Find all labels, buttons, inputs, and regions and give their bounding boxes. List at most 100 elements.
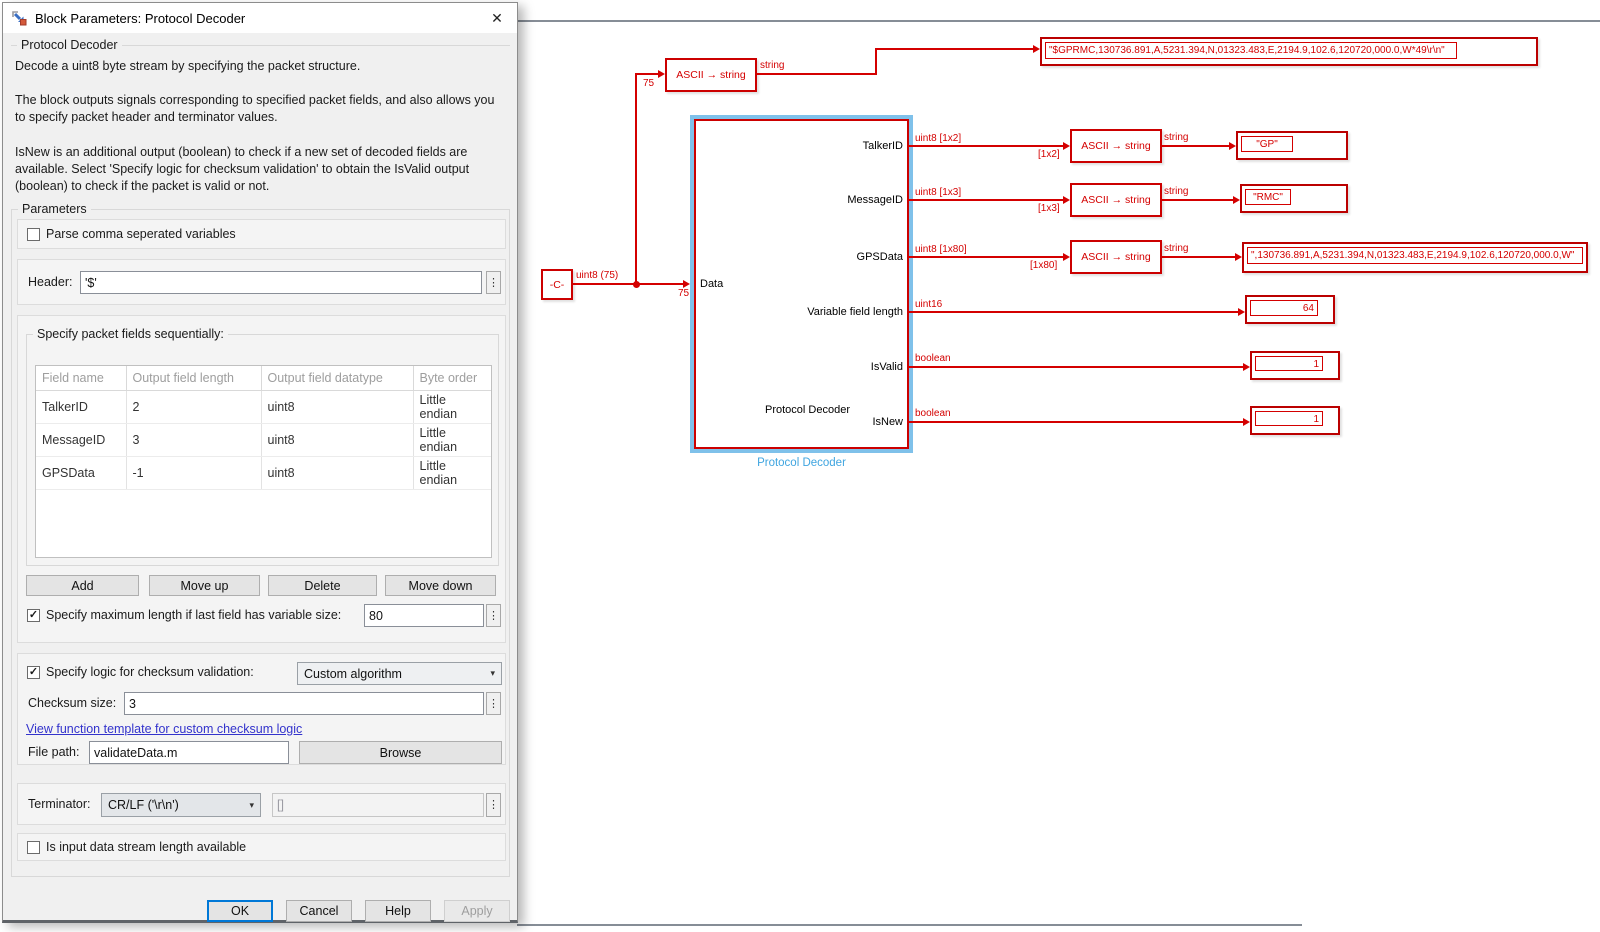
editor-top-edge [517,20,1600,22]
protocol-decoder-group: Protocol Decoder Decode a uint8 byte str… [11,45,510,201]
delete-button[interactable]: Delete [268,575,377,596]
cancel-button[interactable]: Cancel [286,900,352,922]
constant-block[interactable]: -C- [541,269,573,300]
terminator-expand-button[interactable]: ⋮ [486,793,501,817]
packet-fields-panel: Specify packet fields sequentially: Fiel… [17,315,506,643]
display-isvalid-value: 1 [1255,356,1323,371]
max-length-expand-button[interactable]: ⋮ [486,604,501,627]
ok-button[interactable]: OK [207,900,273,922]
checksum-size-expand-button[interactable]: ⋮ [486,692,501,715]
checksum-label: Specify logic for checksum validation: [46,665,254,680]
wire-branch-to-ascii1[interactable] [635,73,658,75]
arrowhead-display-varlen [1238,308,1245,316]
display-gpsdata[interactable]: ",130736.891,A,5231.394,N,01323.483,E,21… [1242,242,1588,273]
wire-ascii3-out[interactable] [1162,199,1233,201]
ascii-to-string-block-2[interactable]: ASCII → string [1070,129,1162,163]
checksum-algo-dropdown[interactable]: Custom algorithm ▾ [297,662,502,685]
wire-varlen[interactable] [909,311,1238,313]
chevron-down-icon: ▾ [249,800,254,811]
col-field-name: Field name [36,366,126,390]
move-up-button[interactable]: Move up [149,575,260,596]
wire-branch-vertical[interactable] [635,73,637,283]
signal-label-uint16: uint16 [915,299,942,310]
table-row[interactable]: GPSData -1 uint8 Little endian [36,456,491,489]
wire-ascii4-out[interactable] [1162,256,1235,258]
signal-label-dim-1x2: [1x2] [1038,149,1060,160]
packet-fields-groupbox: Specify packet fields sequentially: Fiel… [26,334,499,566]
dialog-titlebar[interactable]: Block Parameters: Protocol Decoder ✕ [3,3,517,33]
signal-label-uint8-1x2: uint8 [1x2] [915,133,961,144]
table-row[interactable]: TalkerID 2 uint8 Little endian [36,390,491,423]
wire-ascii1-to-display[interactable] [875,48,1033,50]
decoder-inner-title: Protocol Decoder [745,403,870,417]
arrowhead-display-rmc [1233,196,1240,204]
cell[interactable]: GPSData [36,456,126,489]
display-isnew-value: 1 [1255,411,1323,426]
header-expand-button[interactable]: ⋮ [486,271,501,294]
port-talkerid: TalkerID [790,139,903,153]
file-path-input[interactable] [89,741,289,764]
wire-ascii2-out[interactable] [1162,145,1229,147]
cell[interactable]: MessageID [36,423,126,456]
add-button[interactable]: Add [26,575,139,596]
wire-gpsdata[interactable] [909,256,1063,258]
terminator-value: CR/LF ('\r\n') [108,798,179,812]
checksum-size-input[interactable] [124,692,484,715]
browse-button[interactable]: Browse [299,741,502,764]
move-down-button[interactable]: Move down [385,575,496,596]
cell[interactable]: Little endian [413,423,491,456]
port-varlen: Variable field length [775,305,903,319]
cell[interactable]: Little endian [413,390,491,423]
cell[interactable]: Little endian [413,456,491,489]
display-full-sentence[interactable]: "$GPRMC,130736.891,A,5231.394,N,01323.48… [1040,37,1538,66]
parse-csv-checkbox[interactable] [27,228,40,241]
wire-ascii1-out[interactable] [757,73,877,75]
signal-label-boolean-isnew: boolean [915,408,951,419]
apply-button: Apply [444,900,510,922]
cell[interactable]: 2 [126,390,261,423]
terminator-dropdown[interactable]: CR/LF ('\r\n') ▾ [101,793,261,817]
display-isvalid[interactable]: 1 [1250,351,1340,380]
wire-isvalid[interactable] [909,366,1243,368]
ascii-to-string-block-4[interactable]: ASCII → string [1070,240,1162,274]
close-icon[interactable]: ✕ [487,8,507,28]
checksum-checkbox[interactable] [27,666,40,679]
display-messageid[interactable]: "RMC" [1240,184,1348,213]
cell[interactable]: TalkerID [36,390,126,423]
signal-label-string-1: string [760,60,784,71]
wire-isnew[interactable] [909,421,1243,423]
header-input[interactable] [80,271,482,294]
cell[interactable]: 3 [126,423,261,456]
packet-fields-table[interactable]: Field name Output field length Output fi… [35,365,492,558]
max-length-input[interactable] [364,604,484,627]
signal-label-string-2: string [1164,132,1188,143]
max-length-checkbox[interactable] [27,609,40,622]
arrowhead-display-gp [1229,142,1236,150]
ascii-to-string-block-1[interactable]: ASCII → string [665,58,757,92]
protocol-decoder-block[interactable] [694,119,909,449]
table-row[interactable]: MessageID 3 uint8 Little endian [36,423,491,456]
display-varlen[interactable]: 64 [1245,295,1335,324]
description-line-3: IsNew is an additional output (boolean) … [15,144,503,195]
parse-csv-panel: Parse comma seperated variables [17,219,506,249]
cell[interactable]: uint8 [261,423,413,456]
cell[interactable]: uint8 [261,390,413,423]
display-talkerid[interactable]: "GP" [1236,131,1348,160]
arrowhead-data-input [683,280,690,288]
cell[interactable]: uint8 [261,456,413,489]
display-talkerid-value: "GP" [1241,136,1293,152]
arrowhead-ascii1-input [658,70,665,78]
ascii-to-string-block-3[interactable]: ASCII → string [1070,183,1162,217]
wire-ascii1-up[interactable] [875,48,877,75]
wire-talkerid[interactable] [909,145,1063,147]
wire-const-to-data[interactable] [573,283,683,285]
stream-length-label: Is input data stream length available [46,840,246,855]
col-output-datatype: Output field datatype [261,366,413,390]
display-isnew[interactable]: 1 [1250,406,1340,435]
decoder-caption: Protocol Decoder [690,457,913,469]
checksum-template-link[interactable]: View function template for custom checks… [26,722,302,736]
wire-messageid[interactable] [909,199,1063,201]
cell[interactable]: -1 [126,456,261,489]
stream-length-checkbox[interactable] [27,841,40,854]
help-button[interactable]: Help [365,900,431,922]
